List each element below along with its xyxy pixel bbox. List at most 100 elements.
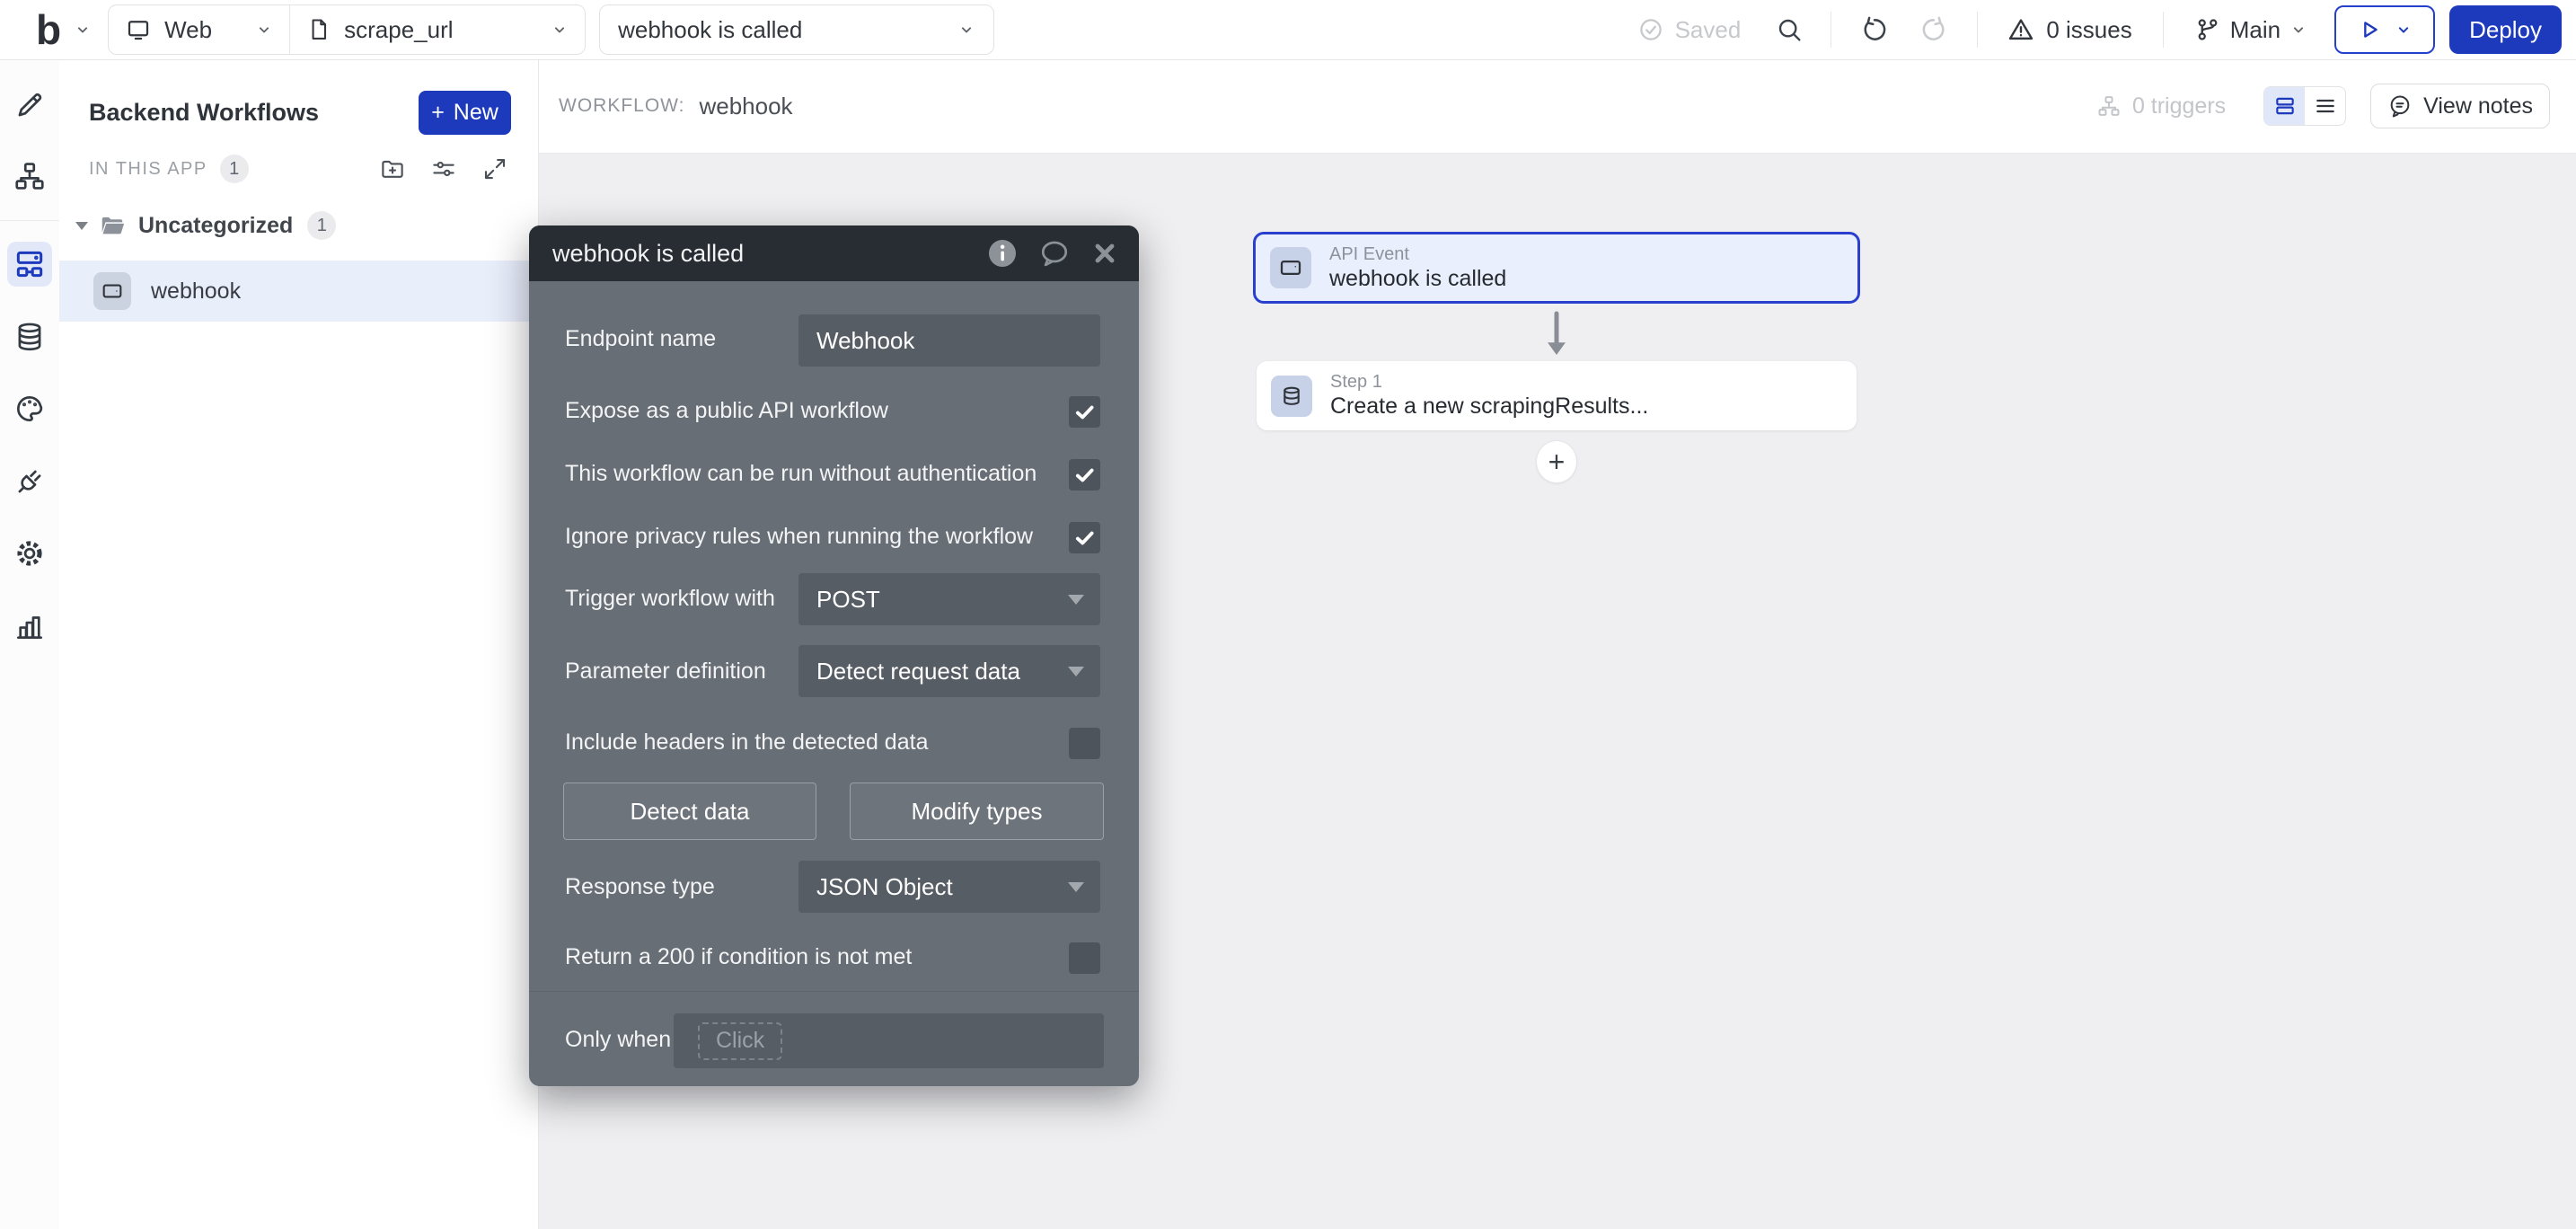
response-type-select[interactable]: JSON Object bbox=[798, 861, 1100, 913]
arrow-down-icon bbox=[1536, 310, 1577, 358]
modify-types-button[interactable]: Modify types bbox=[850, 782, 1104, 840]
folder-plus-icon[interactable] bbox=[379, 155, 406, 182]
chevron-down-icon[interactable] bbox=[74, 21, 92, 39]
event-card-webhook-is-called[interactable]: API Event webhook is called bbox=[1253, 232, 1860, 304]
new-workflow-button[interactable]: + New bbox=[419, 91, 511, 135]
run-button[interactable] bbox=[2334, 5, 2435, 54]
issues-indicator[interactable]: 0 issues bbox=[2007, 15, 2131, 44]
list-view-toggle[interactable] bbox=[2305, 87, 2345, 125]
tool-sidebar bbox=[0, 59, 60, 1229]
folder-open-icon bbox=[99, 212, 126, 239]
comment-icon bbox=[2387, 93, 2413, 119]
workflow-list-item-webhook[interactable]: webhook bbox=[59, 261, 538, 322]
plug-icon bbox=[13, 464, 47, 499]
dropdown-triangle-icon bbox=[1068, 667, 1084, 676]
add-step-button[interactable]: + bbox=[1536, 440, 1577, 483]
dropdown-triangle-icon bbox=[1068, 595, 1084, 605]
modal-header[interactable]: webhook is called bbox=[529, 225, 1139, 281]
endpoint-name-value: Webhook bbox=[816, 327, 914, 355]
panel-title: Backend Workflows bbox=[89, 99, 319, 127]
sidebar-item-data[interactable] bbox=[7, 314, 52, 359]
redo-icon[interactable] bbox=[1919, 15, 1948, 44]
event-card-title: webhook is called bbox=[1329, 265, 1506, 292]
undo-icon[interactable] bbox=[1860, 15, 1889, 44]
caret-down-icon[interactable] bbox=[75, 222, 88, 230]
sidebar-divider bbox=[0, 220, 59, 221]
scope-count-badge: 1 bbox=[220, 155, 249, 183]
only-when-input[interactable]: Click bbox=[674, 1013, 1104, 1068]
ignore-privacy-checkbox[interactable] bbox=[1069, 522, 1100, 553]
plus-icon: + bbox=[1548, 446, 1566, 479]
save-status: Saved bbox=[1637, 16, 1742, 44]
top-bar-actions: Saved 0 issues bbox=[1637, 5, 2562, 54]
save-status-label: Saved bbox=[1675, 16, 1742, 44]
stacked-cards-icon bbox=[2273, 94, 2297, 118]
branch-selector[interactable]: Main bbox=[2194, 16, 2307, 44]
trigger-method-value: POST bbox=[816, 586, 880, 614]
sidebar-item-design[interactable] bbox=[7, 83, 52, 128]
deploy-button[interactable]: Deploy bbox=[2449, 5, 2562, 54]
close-icon[interactable] bbox=[1090, 239, 1119, 268]
page-dropdown[interactable]: scrape_url bbox=[289, 5, 585, 54]
sidebar-item-logs[interactable] bbox=[7, 604, 52, 649]
parameter-definition-label: Parameter definition bbox=[565, 659, 766, 685]
no-auth-checkbox[interactable] bbox=[1069, 459, 1100, 491]
hamburger-icon bbox=[2314, 94, 2337, 118]
bubble-logo[interactable]: b bbox=[36, 9, 61, 50]
info-icon[interactable] bbox=[986, 237, 1019, 270]
api-event-icon bbox=[93, 272, 131, 310]
workflow-item-label: webhook bbox=[151, 279, 241, 305]
file-icon bbox=[306, 17, 331, 42]
folder-row[interactable]: Uncategorized 1 bbox=[59, 196, 538, 255]
endpoint-name-input[interactable]: Webhook bbox=[798, 314, 1100, 367]
warning-triangle-icon bbox=[2007, 15, 2035, 44]
comment-icon[interactable] bbox=[1038, 237, 1071, 270]
scope-label: IN THIS APP bbox=[89, 159, 207, 180]
expose-api-label: Expose as a public API workflow bbox=[565, 398, 888, 424]
ignore-privacy-label: Ignore privacy rules when running the wo… bbox=[565, 524, 1033, 550]
gear-icon bbox=[13, 536, 47, 570]
folder-count-badge: 1 bbox=[307, 211, 336, 240]
sidebar-item-plugins[interactable] bbox=[7, 459, 52, 504]
chevron-down-icon bbox=[255, 21, 273, 39]
check-circle-icon bbox=[1637, 16, 1664, 43]
bar-chart-icon bbox=[13, 609, 47, 643]
detect-data-button[interactable]: Detect data bbox=[563, 782, 816, 840]
card-view-toggle[interactable] bbox=[2264, 87, 2305, 125]
chevron-down-icon bbox=[2289, 21, 2307, 39]
hierarchy-icon bbox=[13, 159, 47, 193]
step-card-kind: Step 1 bbox=[1330, 372, 1648, 393]
monitor-icon bbox=[125, 16, 152, 43]
platform-dropdown[interactable]: Web bbox=[109, 5, 289, 54]
view-notes-button[interactable]: View notes bbox=[2370, 84, 2550, 128]
trigger-method-select[interactable]: POST bbox=[798, 573, 1100, 625]
detect-data-label: Detect data bbox=[631, 798, 750, 826]
only-when-placeholder[interactable]: Click bbox=[698, 1022, 782, 1060]
expose-api-checkbox[interactable] bbox=[1069, 396, 1100, 428]
no-auth-label: This workflow can be run without authent… bbox=[565, 461, 1037, 487]
modal-title: webhook is called bbox=[552, 240, 744, 268]
api-event-icon bbox=[1270, 247, 1311, 288]
search-icon[interactable] bbox=[1775, 15, 1804, 44]
workflow-selector-dropdown[interactable]: webhook is called bbox=[599, 4, 994, 55]
return-200-checkbox[interactable] bbox=[1069, 942, 1100, 974]
hierarchy-icon bbox=[2096, 93, 2122, 119]
step-card-1[interactable]: Step 1 Create a new scrapingResults... bbox=[1257, 361, 1857, 430]
sidebar-item-pages[interactable] bbox=[7, 154, 52, 199]
filter-sliders-icon[interactable] bbox=[430, 155, 457, 182]
branch-label: Main bbox=[2230, 16, 2280, 44]
platform-label: Web bbox=[164, 16, 212, 44]
triggers-label: 0 triggers bbox=[2132, 93, 2226, 119]
dropdown-triangle-icon bbox=[1068, 882, 1084, 892]
view-notes-label: View notes bbox=[2423, 93, 2533, 119]
palette-icon bbox=[13, 392, 47, 426]
sidebar-item-styles[interactable] bbox=[7, 386, 52, 431]
include-headers-checkbox[interactable] bbox=[1069, 728, 1100, 759]
git-branch-icon bbox=[2194, 16, 2221, 43]
parameter-definition-select[interactable]: Detect request data bbox=[798, 645, 1100, 697]
expand-icon[interactable] bbox=[481, 155, 508, 182]
event-properties-modal: webhook is called Endpoint name Webhook … bbox=[529, 225, 1139, 1086]
sidebar-item-backend-workflows[interactable] bbox=[7, 242, 52, 287]
sidebar-item-settings[interactable] bbox=[7, 531, 52, 576]
endpoint-name-label: Endpoint name bbox=[565, 326, 716, 352]
